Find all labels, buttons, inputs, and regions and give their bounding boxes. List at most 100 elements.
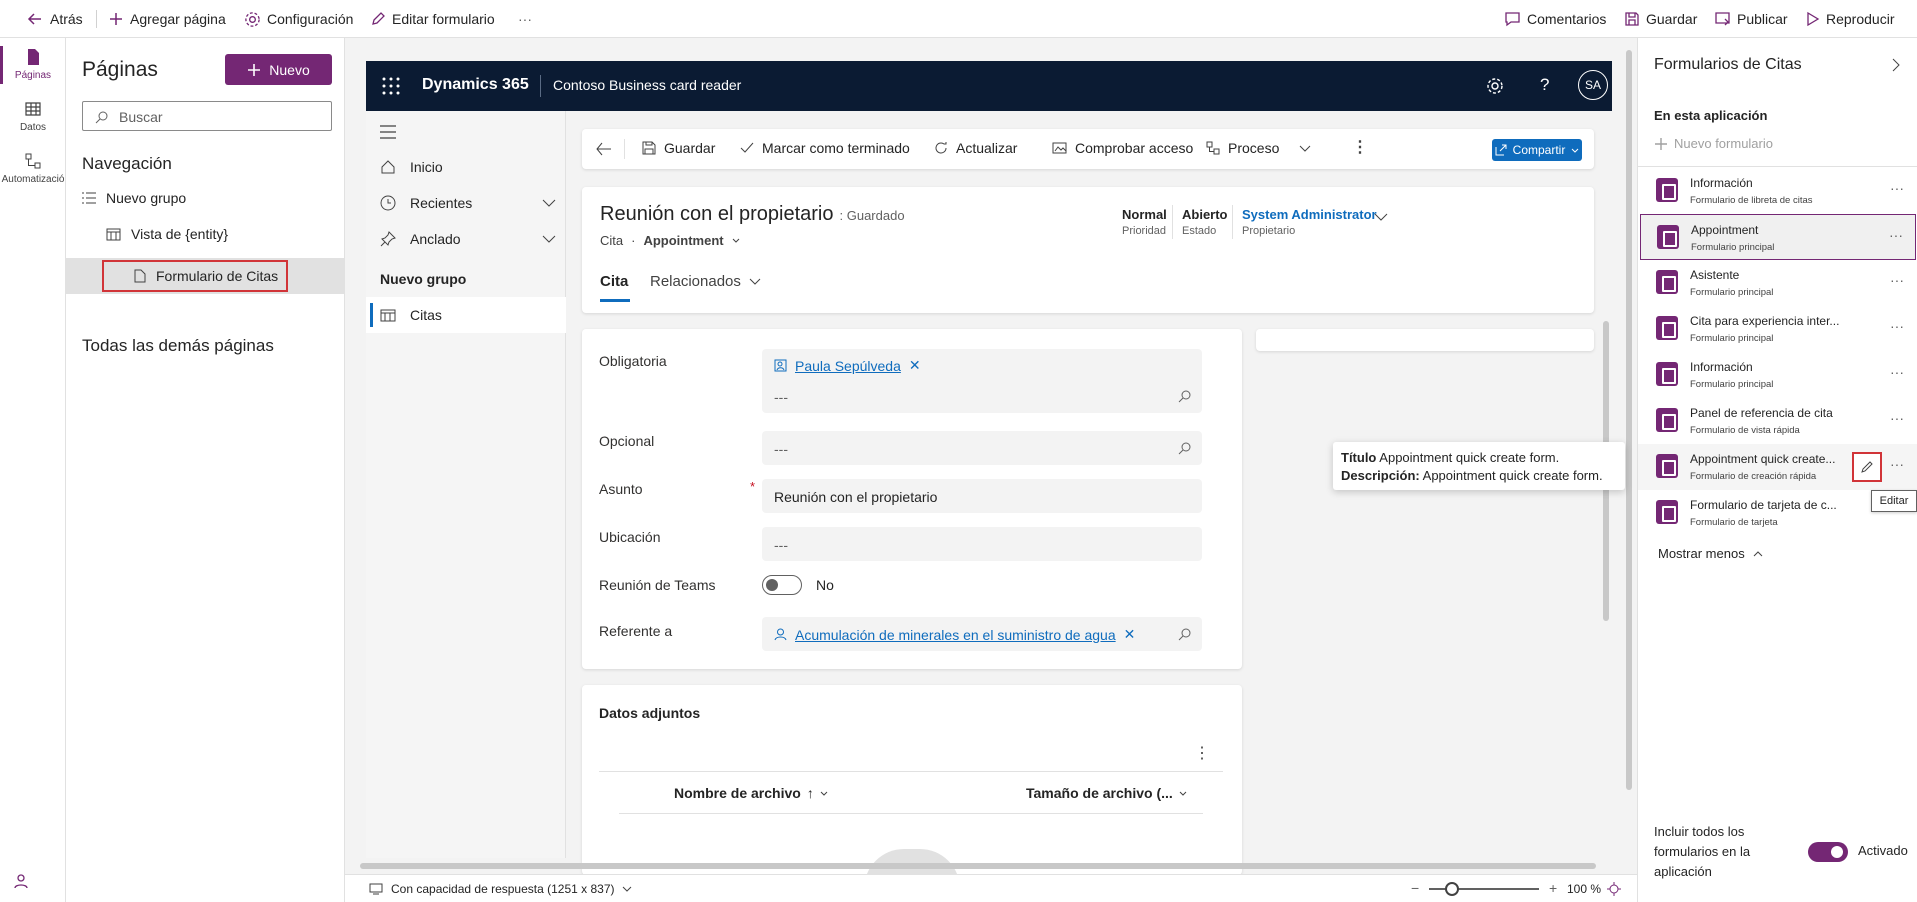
plus-icon xyxy=(248,63,261,76)
form-item-hovered[interactable]: Appointment quick create... Formulario d… xyxy=(1638,444,1917,490)
back-button[interactable]: Atrás xyxy=(26,0,83,38)
required-attendee[interactable]: Paula Sepúlveda xyxy=(795,358,901,374)
arrow-left-icon[interactable] xyxy=(596,142,612,156)
required-field[interactable]: Paula Sepúlveda ✕ --- xyxy=(762,349,1202,413)
chevron-right-icon[interactable] xyxy=(1892,58,1900,72)
canvas-hscroll[interactable] xyxy=(350,860,1616,872)
col-file-name[interactable]: Nombre de archivo ↑ xyxy=(674,785,828,801)
rail-pages[interactable]: Páginas xyxy=(0,48,66,81)
calendar-icon xyxy=(380,309,396,322)
cmd-overflow-icon[interactable]: ⋮ xyxy=(1352,137,1368,157)
form-type: Formulario principal xyxy=(1690,379,1774,390)
regarding-field[interactable]: Acumulación de minerales en el suministr… xyxy=(762,617,1202,651)
form-more-button[interactable]: ··· xyxy=(1889,227,1903,243)
new-form-button[interactable]: Nuevo formulario xyxy=(1654,136,1773,151)
agent-icon[interactable] xyxy=(12,872,30,890)
state-field: Abierto Estado xyxy=(1182,207,1228,237)
sitemap-home-label: Inicio xyxy=(410,159,443,175)
canvas-vscroll[interactable] xyxy=(1624,44,1634,854)
location-field[interactable]: --- xyxy=(762,527,1202,561)
col-file-size[interactable]: Tamaño de archivo (... xyxy=(1026,785,1187,801)
comments-button[interactable]: Comentarios xyxy=(1504,0,1606,38)
search-icon[interactable] xyxy=(1178,389,1192,403)
zoom-in-button[interactable]: + xyxy=(1549,880,1557,896)
forms-panel-title: Formularios de Citas xyxy=(1654,56,1802,73)
nav-view-label: Vista de {entity} xyxy=(131,226,229,242)
priority-value: Normal xyxy=(1122,207,1167,222)
new-page-button[interactable]: Nuevo xyxy=(225,54,332,85)
search-input[interactable]: Buscar xyxy=(82,101,332,131)
edit-form-button[interactable]: Editar formulario xyxy=(370,0,495,38)
gear-icon[interactable] xyxy=(1486,77,1504,95)
help-icon[interactable]: ? xyxy=(1540,75,1549,95)
search-icon[interactable] xyxy=(1178,441,1192,455)
form-more-button[interactable]: ··· xyxy=(1890,410,1904,426)
form-item[interactable]: Información Formulario de libreta de cit… xyxy=(1638,168,1917,214)
form-selector[interactable]: Appointment xyxy=(643,233,723,248)
search-icon[interactable] xyxy=(1178,627,1192,641)
tab-related-label: Relacionados xyxy=(650,273,741,290)
publish-label: Publicar xyxy=(1737,11,1788,27)
edit-form-button[interactable] xyxy=(1852,452,1882,482)
optional-field[interactable]: --- xyxy=(762,431,1202,465)
hamburger-icon[interactable] xyxy=(380,125,396,139)
nav-group-item[interactable]: Nuevo grupo xyxy=(82,190,186,206)
subject-field[interactable]: Reunión con el propietario xyxy=(762,479,1202,513)
cmd-mark-complete[interactable]: Marcar como terminado xyxy=(740,140,910,156)
sitemap-recent[interactable]: Recientes xyxy=(380,195,556,211)
chevron-down-icon[interactable] xyxy=(1374,213,1388,221)
rail-data[interactable]: Datos xyxy=(0,100,66,133)
rail-automation[interactable]: Automatizació xyxy=(0,152,66,185)
zoom-slider[interactable] xyxy=(1429,882,1539,896)
share-button[interactable]: Compartir xyxy=(1492,139,1582,161)
teams-label: Reunión de Teams xyxy=(599,577,716,593)
include-all-toggle[interactable] xyxy=(1808,842,1848,862)
form-more-button[interactable]: ··· xyxy=(1890,456,1904,472)
tab-cita[interactable]: Cita xyxy=(600,273,628,290)
save-button[interactable]: Guardar xyxy=(1624,0,1697,38)
sitemap-pinned[interactable]: Anclado xyxy=(380,231,556,247)
sitemap-home[interactable]: Inicio xyxy=(380,159,443,175)
nav-view-item[interactable]: Vista de {entity} xyxy=(106,226,228,242)
form-more-button[interactable]: ··· xyxy=(1890,180,1904,196)
publish-icon xyxy=(1715,12,1730,26)
form-item[interactable]: Panel de referencia de cita Formulario d… xyxy=(1638,398,1917,444)
avatar[interactable]: SA xyxy=(1578,70,1608,100)
form-icon xyxy=(1656,270,1678,294)
nav-form-item[interactable]: Formulario de Citas xyxy=(102,260,288,292)
sitemap-citas[interactable]: Citas xyxy=(366,297,566,333)
owner-value[interactable]: System Administrator xyxy=(1242,207,1377,222)
form-more-button[interactable]: ··· xyxy=(1890,318,1904,334)
tab-related[interactable]: Relacionados xyxy=(650,273,761,290)
form-more-button[interactable]: ··· xyxy=(1890,364,1904,380)
show-less-button[interactable]: Mostrar menos xyxy=(1658,546,1763,561)
comments-label: Comentarios xyxy=(1527,11,1607,27)
form-item[interactable]: Cita para experiencia inter... Formulari… xyxy=(1638,306,1917,352)
remove-icon[interactable]: ✕ xyxy=(909,357,921,374)
priority-label: Prioridad xyxy=(1122,225,1167,237)
cmd-process[interactable]: Proceso xyxy=(1206,140,1311,156)
teams-toggle[interactable] xyxy=(762,575,802,595)
fit-to-screen-icon[interactable] xyxy=(1607,882,1621,896)
cmd-refresh[interactable]: Actualizar xyxy=(934,140,1017,156)
publish-button[interactable]: Publicar xyxy=(1714,0,1788,38)
zoom-out-button[interactable]: − xyxy=(1411,880,1419,896)
cmd-check-access[interactable]: Comprobar acceso xyxy=(1052,140,1193,156)
zoom-slider-thumb[interactable] xyxy=(1445,882,1459,896)
more-button[interactable]: ··· xyxy=(518,0,532,38)
attachments-more-icon[interactable]: ⋮ xyxy=(1194,743,1210,763)
tooltip-desc-label: Descripción: xyxy=(1341,468,1420,483)
form-more-button[interactable]: ··· xyxy=(1890,272,1904,288)
remove-icon[interactable]: ✕ xyxy=(1124,626,1136,643)
regarding-link[interactable]: Acumulación de minerales en el suministr… xyxy=(795,627,1116,643)
add-page-button[interactable]: Agregar página xyxy=(108,0,226,38)
play-button[interactable]: Reproducir xyxy=(1806,0,1894,38)
cmd-save[interactable]: Guardar xyxy=(642,140,715,156)
form-item[interactable]: Asistente Formulario principal ··· xyxy=(1638,260,1917,306)
responsive-selector[interactable]: Con capacidad de respuesta (1251 x 837) xyxy=(369,882,632,896)
form-item-selected[interactable]: Appointment Formulario principal ··· xyxy=(1640,214,1916,260)
form-item[interactable]: Información Formulario principal ··· xyxy=(1638,352,1917,398)
waffle-icon[interactable] xyxy=(382,77,400,95)
settings-button[interactable]: Configuración xyxy=(244,0,353,38)
back-label: Atrás xyxy=(50,11,83,27)
